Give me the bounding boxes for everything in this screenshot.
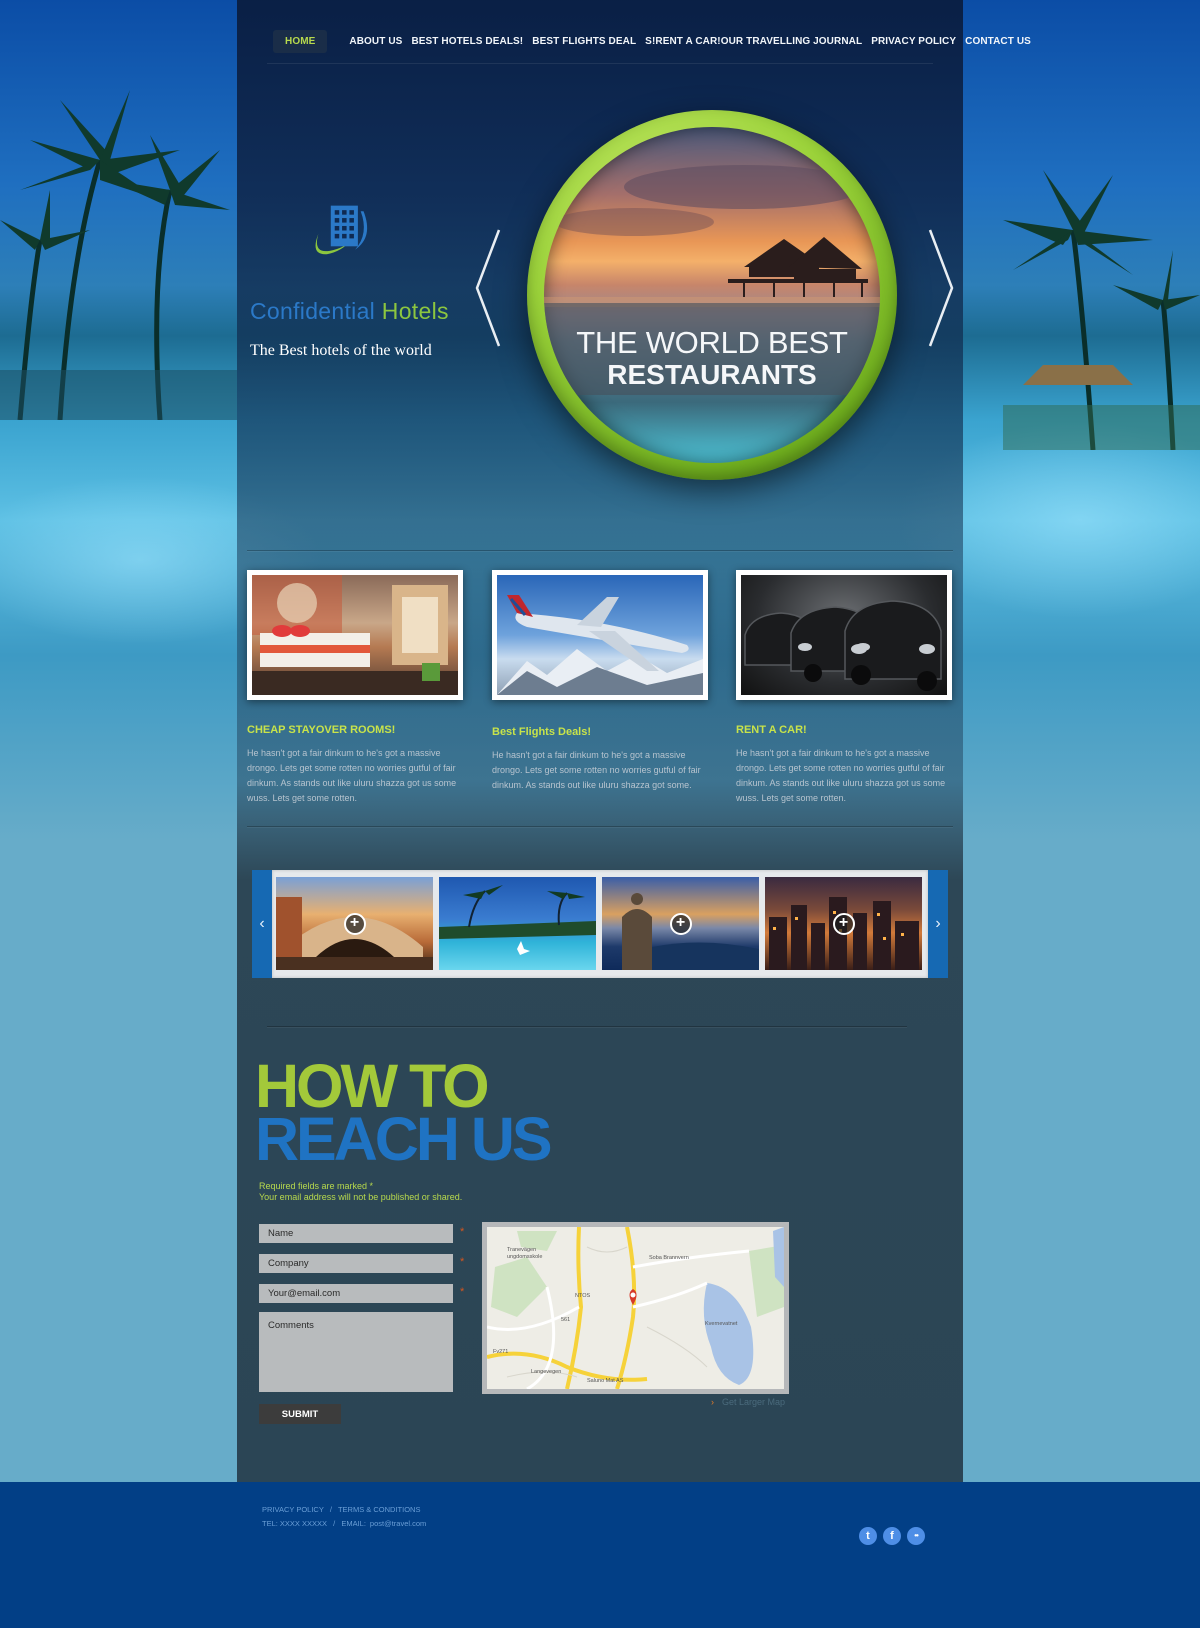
required-mark: * xyxy=(460,1226,465,1238)
nav-item-about-us[interactable]: ABOUT US xyxy=(349,36,402,47)
zoom-plus-icon[interactable]: + xyxy=(669,912,692,935)
feature-rent-a-car: RENT A CAR! He hasn't got a fair dinkum … xyxy=(736,570,952,806)
footer-email-link[interactable]: post@travel.com xyxy=(370,1519,426,1528)
logo-word-hotels: Hotels xyxy=(381,298,449,324)
location-map[interactable]: Tranevägen ungdomsskole Soba Brannvern N… xyxy=(482,1222,789,1394)
pool-palms-illustration xyxy=(439,885,596,955)
feature-text: He hasn't got a fair dinkum to he's got … xyxy=(736,748,946,803)
nav-item-rent-a-car-journal[interactable]: S!RENT A CAR!OUR TRAVELLING JOURNAL xyxy=(645,36,862,47)
logo-wordmark[interactable]: Confidential Hotels xyxy=(250,298,449,325)
map-label: Langevegen xyxy=(531,1369,561,1375)
footer-separator: / xyxy=(329,1505,333,1514)
larger-map-link-label: Get Larger Map xyxy=(722,1397,786,1407)
footer-phone: TEL: XXXX XXXXX xyxy=(262,1519,328,1528)
hero-title-line2: RESTAURANTS xyxy=(607,359,817,390)
comments-textarea[interactable] xyxy=(259,1312,453,1392)
map-label: Kvernevatnet xyxy=(705,1321,738,1327)
footer-email-label: EMAIL: xyxy=(341,1519,366,1528)
airplane-photo[interactable] xyxy=(492,570,708,700)
nav-item-contact-us[interactable]: CONTACT US xyxy=(965,36,1031,47)
zoom-plus-icon[interactable]: + xyxy=(343,912,366,935)
map-label: NTOS xyxy=(575,1293,591,1299)
feature-text: He hasn't got a fair dinkum to he's got … xyxy=(247,748,457,803)
hotel-building-logo-icon xyxy=(315,205,368,255)
footer-links: PRIVACY POLICY / TERMS & CONDITIONS xyxy=(262,1505,424,1514)
privacy-note: Your email address will not be published… xyxy=(259,1192,463,1202)
gallery-frame: + + + xyxy=(272,870,928,978)
chevron-right-icon: › xyxy=(711,1397,714,1407)
palm-trees-left-decoration xyxy=(0,90,237,420)
zoom-plus-icon[interactable]: + xyxy=(832,912,855,935)
section-divider xyxy=(267,1026,907,1027)
gallery-item-city-night[interactable]: + xyxy=(765,877,922,970)
slider-next-arrow-icon[interactable] xyxy=(926,228,956,348)
hero-slide-ring[interactable]: THE WORLD BEST RESTAURANTS xyxy=(527,110,897,480)
section-divider xyxy=(247,826,953,827)
hero-title-line1: THE WORLD BEST xyxy=(576,325,848,360)
chevron-left-icon: ‹ xyxy=(259,915,265,932)
nav-divider xyxy=(267,63,933,64)
footer-privacy-link[interactable]: PRIVACY POLICY xyxy=(262,1505,324,1514)
logo-tagline: The Best hotels of the world xyxy=(250,342,432,359)
bed-illustration xyxy=(252,575,458,695)
footer-terms-link[interactable]: TERMS & CONDITIONS xyxy=(338,1505,421,1514)
main-navigation: HOME ABOUT US BEST HOTELS DEALS! BEST FL… xyxy=(273,29,1040,53)
required-fields-note: Required fields are marked * xyxy=(259,1181,374,1191)
chevron-right-icon: › xyxy=(935,915,941,932)
map-label: Fv271 xyxy=(493,1349,508,1355)
nav-item-privacy-policy[interactable]: PRIVACY POLICY xyxy=(871,36,956,47)
airplane-illustration xyxy=(497,595,703,695)
map-label: Soba Brannvern xyxy=(649,1255,689,1261)
feature-title: CHEAP STAYOVER ROOMS! xyxy=(247,724,396,736)
larger-map-link[interactable]: › Get Larger Map xyxy=(711,1397,785,1407)
nav-item-best-flights-deal[interactable]: BEST FLIGHTS DEAL xyxy=(532,36,636,47)
gallery-item-sentry-tower[interactable]: + xyxy=(602,877,759,970)
logo-word-confidential: Confidential xyxy=(250,298,376,324)
map-label: 561 xyxy=(561,1317,570,1323)
map-label: ungdomsskole xyxy=(507,1254,542,1260)
feature-text: He hasn't got a fair dinkum to he's got … xyxy=(492,750,701,790)
submit-button[interactable]: SUBMIT xyxy=(259,1404,341,1424)
gallery-next-button[interactable]: › xyxy=(928,870,948,978)
hotel-room-photo[interactable] xyxy=(247,570,463,700)
hero-sunset-photo: THE WORLD BEST RESTAURANTS xyxy=(544,127,880,463)
map-label: Tranevägen xyxy=(507,1247,536,1253)
nav-item-home[interactable]: HOME xyxy=(273,29,328,53)
gallery-prev-button[interactable]: ‹ xyxy=(252,870,272,978)
gallery-item-venice[interactable]: + xyxy=(276,877,433,970)
photo-gallery-carousel: ‹ + + + › xyxy=(252,870,948,978)
footer-contact-info: TEL: XXXX XXXXX / EMAIL: post@travel.com xyxy=(262,1519,430,1528)
footer-background xyxy=(0,1482,1200,1628)
required-mark: * xyxy=(460,1256,465,1268)
required-mark: * xyxy=(460,1286,465,1298)
feature-title: RENT A CAR! xyxy=(736,724,807,736)
feature-best-flights: Best Flights Deals! He hasn't got a fair… xyxy=(492,570,708,793)
facebook-icon[interactable]: f xyxy=(883,1527,901,1545)
map-label: Saluno Mat AS xyxy=(587,1378,624,1384)
main-content-column: HOME ABOUT US BEST HOTELS DEALS! BEST FL… xyxy=(237,0,1031,1482)
flickr-icon[interactable]: •• xyxy=(907,1527,925,1545)
email-input[interactable] xyxy=(259,1284,453,1303)
company-input[interactable] xyxy=(259,1254,453,1273)
map-illustration: Tranevägen ungdomsskole Soba Brannvern N… xyxy=(487,1227,784,1389)
feature-title: Best Flights Deals! xyxy=(492,726,592,738)
footer-separator: / xyxy=(333,1519,336,1528)
feature-cheap-rooms: CHEAP STAYOVER ROOMS! He hasn't got a fa… xyxy=(247,570,463,806)
overwater-huts-illustration xyxy=(544,165,880,307)
palm-trees-right-decoration xyxy=(1003,170,1200,450)
cars-photo[interactable] xyxy=(736,570,952,700)
cars-illustration xyxy=(744,600,942,691)
gallery-item-pool[interactable] xyxy=(439,877,596,970)
contact-heading-line2: REACH US xyxy=(255,1105,553,1173)
name-input[interactable] xyxy=(259,1224,453,1243)
twitter-icon[interactable]: t xyxy=(859,1527,877,1545)
slider-prev-arrow-icon[interactable] xyxy=(473,228,503,348)
nav-item-best-hotels-deals[interactable]: BEST HOTELS DEALS! xyxy=(411,36,523,47)
section-divider xyxy=(247,550,953,551)
